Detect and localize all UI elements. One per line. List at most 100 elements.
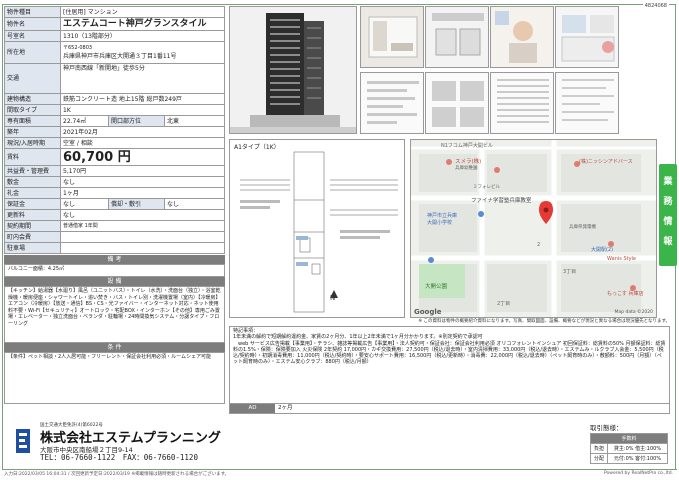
- location-map[interactable]: N1フコム神戸大開ビル スメラ(株) 兵庫幼稚園 ミフォレビル ファイナ学習塾兵…: [410, 139, 657, 318]
- company-phone: TEL：06-7660-1122 FAX：06-7660-1120: [40, 453, 198, 462]
- room-photo-icon: [556, 7, 618, 67]
- spec-label: 現況/入居時期: [4, 137, 61, 149]
- photo-thumbnail[interactable]: [360, 6, 424, 68]
- map-label: 2: [537, 242, 541, 248]
- company-logo-icon: [16, 429, 30, 453]
- spec-label: 駐車場: [4, 242, 61, 254]
- management-fee: 5,170円: [60, 165, 225, 177]
- map-label: 神戸市立兵庫: [427, 213, 458, 219]
- document-thumbnail-icon: [426, 73, 488, 133]
- facilities-header: 設 備: [4, 277, 225, 286]
- spec-label: 建物構造: [4, 93, 61, 105]
- town-fee: [60, 231, 225, 243]
- map-label: 大開公園: [425, 284, 448, 290]
- deposit: なし: [60, 176, 225, 188]
- special-remarks: 特記事項： 1年未満の解約で短期解約違約金、家賃の2ヶ月分、1年以上2年未満で1…: [229, 326, 670, 404]
- notes-header: 備 考: [4, 255, 225, 264]
- map-label: 大開小学校: [427, 220, 453, 226]
- spec-label: 築年: [4, 126, 61, 138]
- room-photo-icon: [361, 7, 423, 67]
- spec-label: 開口部方位: [108, 115, 165, 127]
- footer-update-info: 入力日:2022/03/05 16:04:31 / 次回更新予定日:2022/0…: [4, 472, 230, 477]
- spec-label: 共益費・管理費: [4, 165, 61, 177]
- spec-label: 所在地: [4, 41, 61, 64]
- document-thumbnail-icon: [491, 73, 553, 133]
- address-cell: 〒652-0803 兵庫県神戸市兵庫区大開通３丁目1番11号: [60, 41, 225, 64]
- photo-thumbnail[interactable]: [425, 72, 489, 134]
- rent-price: 60,700 円: [60, 148, 225, 166]
- room-photo-icon: [491, 7, 553, 67]
- map-label: 大開駅(2): [591, 247, 614, 253]
- footer-powered-by: Powered by RealNetPro co.,ltd.: [604, 471, 673, 476]
- photo-thumbnail[interactable]: [555, 72, 619, 134]
- map-copyright: Map data ©2020: [614, 310, 653, 315]
- property-spec-table: 物件種目 [住居用] マンション 物件名 エステムコート神戸グランスタイル 号室名 1…: [4, 6, 225, 254]
- map-label: 3丁目: [563, 269, 577, 275]
- built-date: 2021年02月: [60, 126, 225, 138]
- guarantee-deposit: なし: [60, 198, 109, 210]
- amortization: なし: [164, 198, 225, 210]
- spec-label: 更新料: [4, 209, 61, 221]
- direction: 北東: [164, 115, 225, 127]
- tab-char: 報: [663, 237, 673, 247]
- spec-label: 号室名: [4, 30, 61, 42]
- reference-number: 4824068: [642, 3, 669, 9]
- photo-thumbnail[interactable]: [490, 72, 554, 134]
- structure: 鉄筋コンクリート造 地上15階 総戸数249戸: [60, 93, 225, 105]
- spec-label: 間取タイプ: [4, 104, 61, 116]
- floor-plan[interactable]: A1タイプ（1K） N: [229, 139, 405, 318]
- notes-body: バルコニー面積：4.25㎡: [4, 264, 225, 277]
- property-flyer: 4824068 物件種目 [住居用] マンション 物件名 エステムコート神戸グランス…: [0, 0, 679, 480]
- access: 神戸南西線「新開地」徒歩5分: [60, 63, 225, 94]
- map-label: (株)ニッシンアドバース: [579, 159, 633, 165]
- map-label: スメラ(株): [455, 159, 482, 165]
- google-logo: Google: [414, 308, 442, 316]
- property-type: [住居用] マンション: [60, 6, 225, 18]
- conditions-body: 【条件】ペット相談・2人入居可能・フリーレント・保証会社利用必須・ルームシェア可…: [4, 352, 225, 404]
- map-label: Wanis Style: [607, 256, 636, 262]
- map-label: ミフォレビル: [473, 185, 500, 190]
- room-photo-icon: [426, 7, 488, 67]
- renewal-fee: なし: [60, 209, 225, 221]
- spec-label: 償却・敷引: [108, 198, 165, 210]
- floor-plan-drawing: N: [240, 151, 398, 313]
- map-label: 兵庫幼稚園: [455, 166, 478, 171]
- divider: [2, 469, 677, 470]
- transaction-terms: 取引態様： 手数料 負担 貸主:0% 借主:100% 分配 元付:0% 客付:100…: [590, 422, 668, 464]
- photo-thumbnail[interactable]: [360, 72, 424, 134]
- fee-row-value: 元付:0% 客付:100%: [607, 453, 668, 464]
- spec-label: 礼金: [4, 187, 61, 199]
- map-label: もっこす 兵庫店: [607, 291, 644, 297]
- room-number: 1310（13階部分）: [60, 30, 225, 42]
- spec-label: 物件名: [4, 17, 61, 31]
- business-info-tab[interactable]: 業 務 情 報: [659, 164, 677, 266]
- fee-row-value: 貸主:0% 借主:100%: [607, 443, 668, 454]
- ad-label: AD: [230, 404, 275, 413]
- tab-char: 務: [663, 197, 673, 207]
- spec-label: 物件種目: [4, 6, 61, 18]
- building-photo[interactable]: [229, 6, 357, 134]
- fee-table: 手数料 負担 貸主:0% 借主:100% 分配 元付:0% 客付:100%: [590, 433, 668, 464]
- agent-company: 国土交通大臣免許(4)第6022号 株式会社エステムプランニング 大阪市中央区南…: [4, 418, 664, 466]
- photo-thumbnail[interactable]: [425, 6, 489, 68]
- fee-header: 手数料: [590, 433, 668, 444]
- address: 兵庫県神戸市兵庫区大開通３丁目1番11号: [63, 52, 177, 60]
- building-illustration: [230, 7, 356, 133]
- spec-label: 契約期間: [4, 220, 61, 232]
- deal-label: 取引態様：: [590, 424, 623, 432]
- status: 空室 / 相談: [60, 137, 225, 149]
- layout-type: 1K: [60, 104, 225, 116]
- spec-label: 賃料: [4, 148, 61, 166]
- document-thumbnail-icon: [361, 73, 423, 133]
- tab-char: 情: [663, 217, 673, 227]
- zip-code: 〒652-0803: [63, 44, 93, 51]
- spec-label: 町内会費: [4, 231, 61, 243]
- contract-period: 普通借家 1年間: [60, 220, 225, 232]
- photo-thumbnail[interactable]: [490, 6, 554, 68]
- floor-area: 22.74㎡: [60, 115, 109, 127]
- facilities-body: 【キッチン】給湯器【水廻り】風呂（ユニットバス）・トイレ（水洗）・洗面台（独立）…: [4, 286, 225, 343]
- photo-thumbnail[interactable]: [555, 6, 619, 68]
- spec-label: 敷金: [4, 176, 61, 188]
- map-label: 2丁目: [497, 301, 511, 307]
- tab-char: 業: [663, 177, 673, 187]
